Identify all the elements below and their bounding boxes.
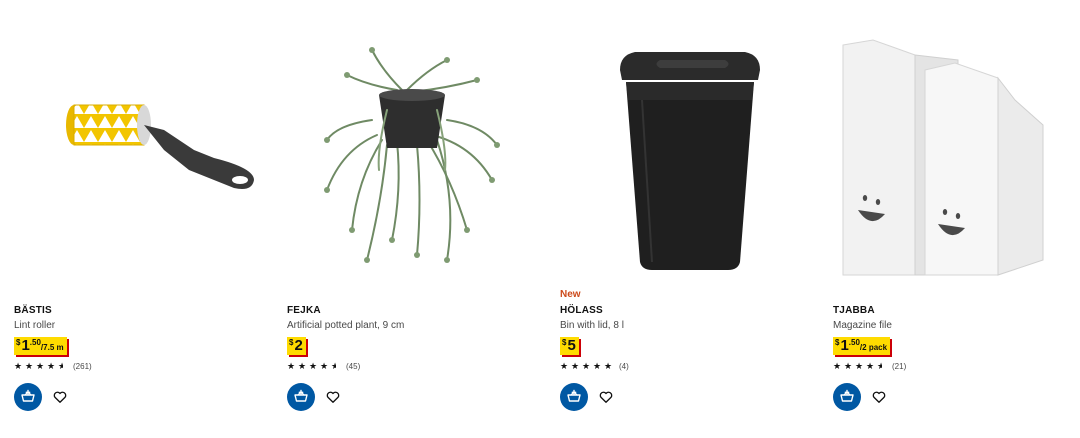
star-icon: ★ xyxy=(47,362,56,371)
product-image-magazine-file[interactable] xyxy=(833,30,1080,280)
review-count: (4) xyxy=(619,362,629,371)
heart-icon xyxy=(53,391,67,403)
add-to-cart-button[interactable] xyxy=(833,383,861,411)
half-star-icon: ★ xyxy=(58,362,68,371)
favourite-button[interactable] xyxy=(870,388,888,406)
heart-icon xyxy=(599,391,613,403)
product-rating[interactable]: ★ ★ ★ ★ ★ (21) xyxy=(833,362,906,371)
star-icon: ★ xyxy=(571,362,580,371)
cart-add-icon xyxy=(567,389,581,402)
price-tag: $ 2 xyxy=(287,337,306,355)
product-card[interactable]: BÄSTIS Lint roller $ 1 .50 /7.5 m ★ ★ ★ ★ ★ … xyxy=(14,0,274,438)
add-to-cart-button[interactable] xyxy=(14,383,42,411)
price-integer: 1 xyxy=(21,337,30,354)
star-icon: ★ xyxy=(833,362,842,371)
price-integer: 1 xyxy=(840,337,849,354)
product-name[interactable]: TJABBA xyxy=(833,305,875,316)
product-rating[interactable]: ★ ★ ★ ★ ★ (4) xyxy=(560,362,629,371)
product-card[interactable]: TJABBA Magazine file $ 1 .50 /2 pack ★ ★ ★… xyxy=(833,0,1080,438)
lint-roller-image xyxy=(66,104,254,189)
price-tag: $ 1 .50 /7.5 m xyxy=(14,337,67,355)
price-currency: $ xyxy=(16,338,21,347)
price-currency: $ xyxy=(835,338,840,347)
half-star-icon: ★ xyxy=(331,362,341,371)
price-currency: $ xyxy=(562,338,567,347)
price-decimal: .50 xyxy=(29,338,41,347)
review-count: (21) xyxy=(892,362,907,371)
potted-plant-image xyxy=(324,47,500,263)
product-description: Lint roller xyxy=(14,320,56,331)
price-decimal: .50 xyxy=(848,338,860,347)
product-description: Artificial potted plant, 9 cm xyxy=(287,320,405,331)
add-to-cart-button[interactable] xyxy=(287,383,315,411)
product-image-potted-plant[interactable] xyxy=(287,30,537,280)
favourite-button[interactable] xyxy=(597,388,615,406)
star-icon: ★ xyxy=(604,362,613,371)
favourite-button[interactable] xyxy=(51,388,69,406)
price-tag: $ 5 xyxy=(560,337,579,355)
waste-bin-image xyxy=(620,52,760,270)
product-description: Magazine file xyxy=(833,320,892,331)
heart-icon xyxy=(872,391,886,403)
review-count: (261) xyxy=(73,362,92,371)
review-count: (45) xyxy=(346,362,361,371)
rating-stars: ★ ★ ★ ★ ★ xyxy=(560,362,614,371)
cart-add-icon xyxy=(840,389,854,402)
product-name[interactable]: FEJKA xyxy=(287,305,321,316)
star-icon: ★ xyxy=(855,362,864,371)
star-icon: ★ xyxy=(287,362,296,371)
product-name[interactable]: HÖLASS xyxy=(560,305,603,316)
half-star-icon: ★ xyxy=(877,362,887,371)
star-icon: ★ xyxy=(25,362,34,371)
cart-add-icon xyxy=(21,389,35,402)
star-icon: ★ xyxy=(844,362,853,371)
product-image-waste-bin[interactable] xyxy=(560,30,810,280)
add-to-cart-button[interactable] xyxy=(560,383,588,411)
star-icon: ★ xyxy=(309,362,318,371)
star-icon: ★ xyxy=(560,362,569,371)
price-currency: $ xyxy=(289,338,294,347)
star-icon: ★ xyxy=(36,362,45,371)
product-rating[interactable]: ★ ★ ★ ★ ★ (45) xyxy=(287,362,360,371)
product-actions xyxy=(833,383,888,411)
favourite-button[interactable] xyxy=(324,388,342,406)
magazine-file-image xyxy=(842,39,1044,276)
new-badge: New xyxy=(560,289,581,300)
product-actions xyxy=(287,383,342,411)
product-image-lint-roller[interactable] xyxy=(14,30,264,280)
product-card[interactable]: FEJKA Artificial potted plant, 9 cm $ 2 … xyxy=(287,0,547,438)
star-icon: ★ xyxy=(14,362,23,371)
star-icon: ★ xyxy=(320,362,329,371)
cart-add-icon xyxy=(294,389,308,402)
price-integer: 5 xyxy=(567,337,576,354)
product-rating[interactable]: ★ ★ ★ ★ ★ (261) xyxy=(14,362,92,371)
price-integer: 2 xyxy=(294,337,303,354)
product-name[interactable]: BÄSTIS xyxy=(14,305,52,316)
price-unit: /2 pack xyxy=(859,343,888,352)
rating-stars: ★ ★ ★ ★ ★ xyxy=(14,362,68,371)
price-unit: /7.5 m xyxy=(40,343,64,352)
heart-icon xyxy=(326,391,340,403)
rating-stars: ★ ★ ★ ★ ★ xyxy=(287,362,341,371)
product-description: Bin with lid, 8 l xyxy=(560,320,624,331)
product-grid: BÄSTIS Lint roller $ 1 .50 /7.5 m ★ ★ ★ ★ ★ … xyxy=(0,0,1080,438)
star-icon: ★ xyxy=(866,362,875,371)
price-tag: $ 1 .50 /2 pack xyxy=(833,337,891,355)
star-icon: ★ xyxy=(582,362,591,371)
product-actions xyxy=(14,383,69,411)
star-icon: ★ xyxy=(298,362,307,371)
star-icon: ★ xyxy=(593,362,602,371)
product-card[interactable]: New HÖLASS Bin with lid, 8 l $ 5 ★ ★ ★ ★ ★ (… xyxy=(560,0,820,438)
product-actions xyxy=(560,383,615,411)
rating-stars: ★ ★ ★ ★ ★ xyxy=(833,362,887,371)
